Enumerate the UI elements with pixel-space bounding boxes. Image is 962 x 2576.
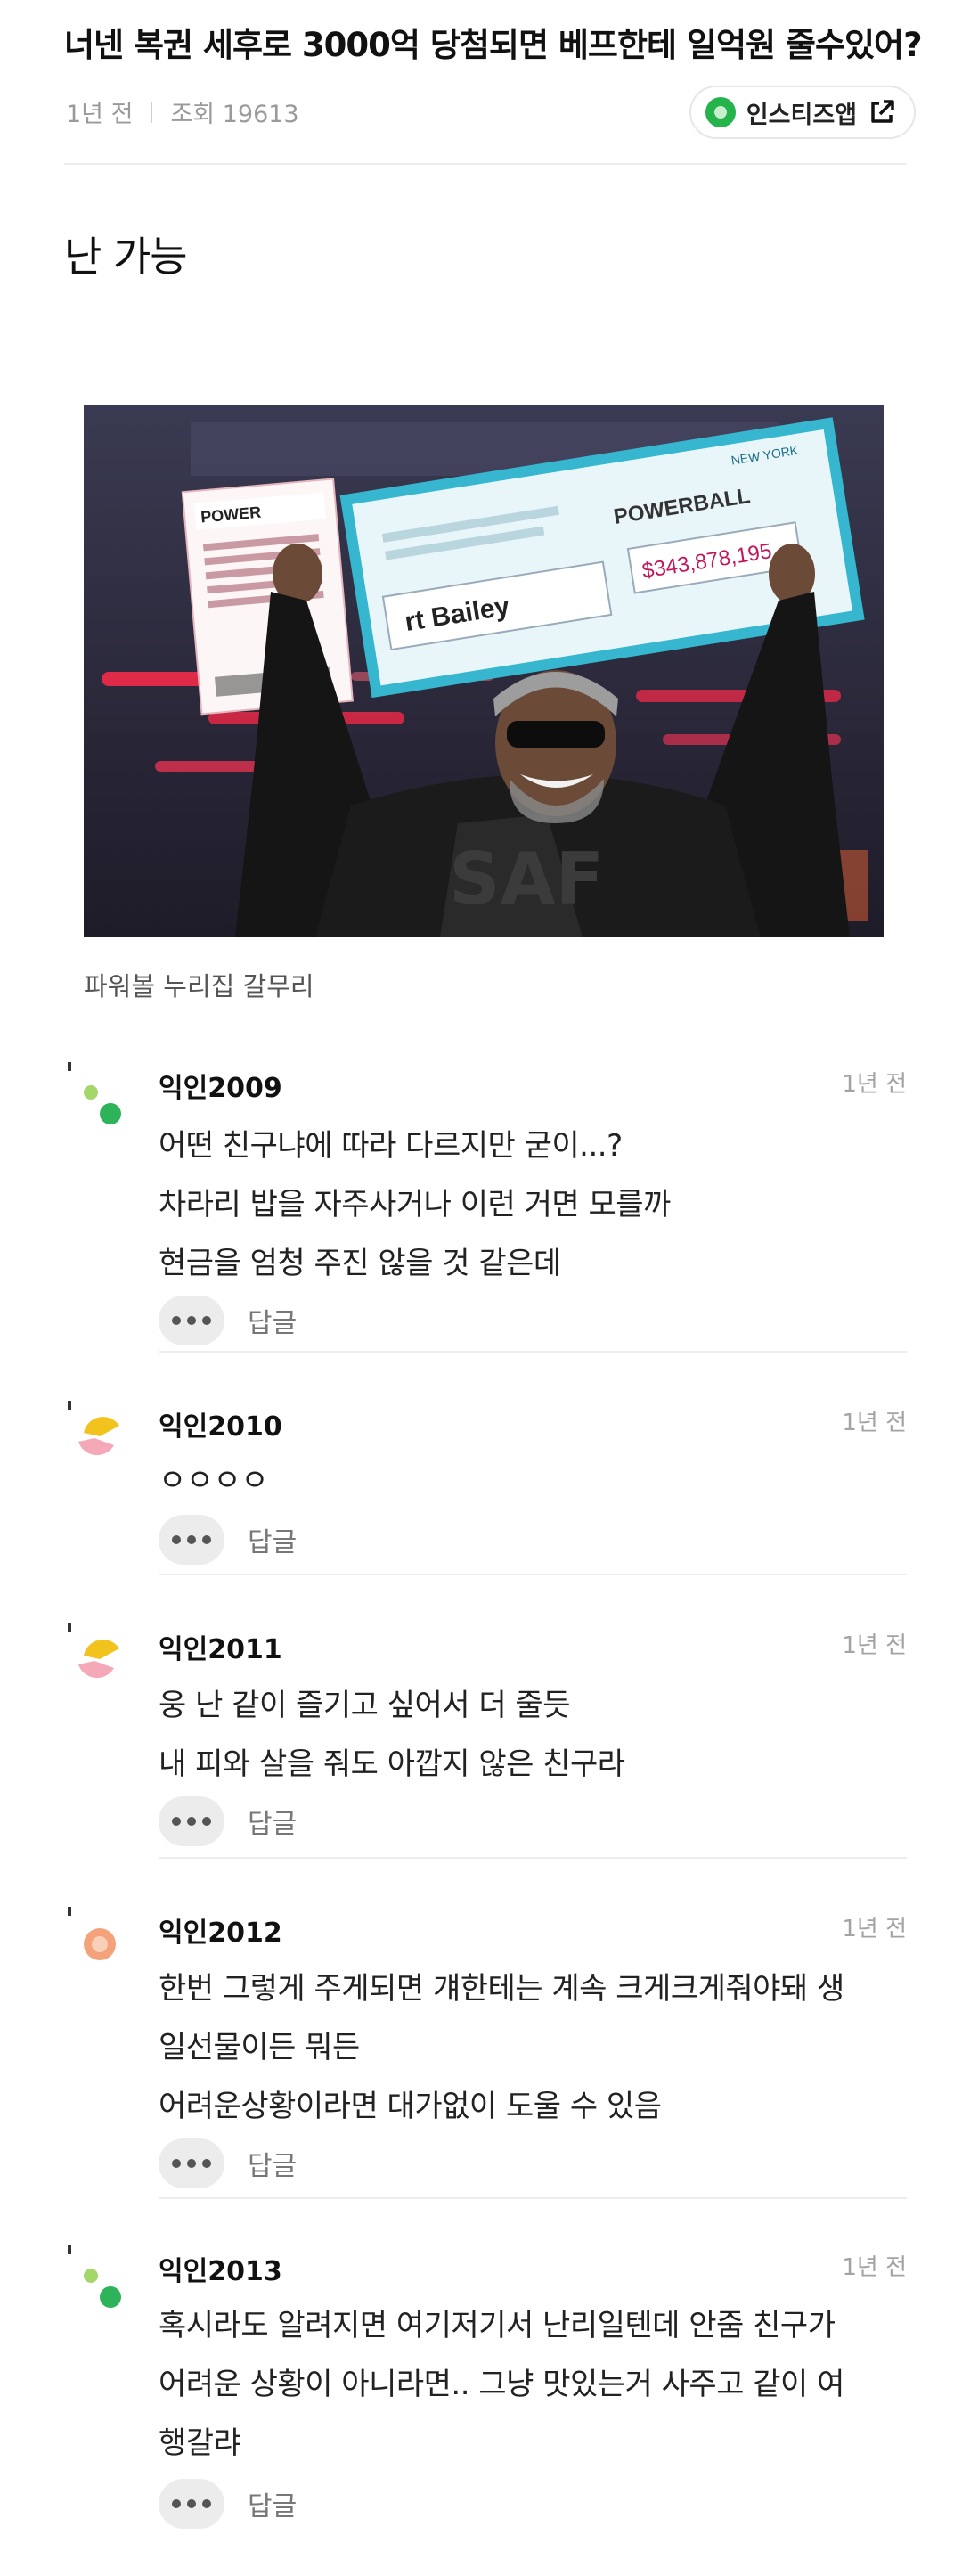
dot-icon bbox=[172, 2499, 181, 2508]
avatar-icon bbox=[68, 1062, 121, 1124]
comment-text-line: ㅇㅇㅇㅇ bbox=[159, 1463, 269, 1499]
more-options-button[interactable] bbox=[159, 2138, 224, 2188]
source-app-button[interactable]: 인스티즈앱 bbox=[689, 86, 916, 139]
comment-actions: 답글 bbox=[159, 1515, 297, 1565]
photo-illustration: rt Bailey $343,878,195 POWERBALL NEW YOR… bbox=[84, 405, 884, 937]
comment-author[interactable]: 익인2011 bbox=[159, 1627, 282, 1666]
comment-text-line: 어려운 상황이 아니라면.. 그냥 맛있는거 사주고 같이 여 bbox=[159, 2367, 844, 2402]
dot-icon bbox=[202, 1535, 211, 1544]
comment-time: 1년 전 bbox=[842, 1916, 907, 1942]
image-caption: 파워볼 누리집 갈무리 bbox=[84, 971, 314, 1002]
lottery-winner-photo[interactable]: rt Bailey $343,878,195 POWERBALL NEW YOR… bbox=[84, 405, 884, 937]
avatar-icon bbox=[68, 1907, 116, 1960]
comment-text-line: 혹시라도 알려지면 여기저기서 난리일텐데 안줌 친구가 bbox=[159, 2308, 836, 2343]
comment-divider bbox=[159, 1351, 907, 1353]
comment-text-line: 차라리 밥을 자주사거나 이런 거면 모를까 bbox=[159, 1187, 671, 1223]
source-app-label: 인스티즈앱 bbox=[746, 101, 857, 129]
comment-author[interactable]: 익인2009 bbox=[159, 1066, 282, 1105]
comment-actions: 답글 bbox=[159, 1296, 297, 1345]
comment-time: 1년 전 bbox=[842, 1632, 907, 1659]
avatar-icon bbox=[68, 1401, 119, 1456]
reply-button[interactable]: 답글 bbox=[248, 1520, 297, 1559]
dot-icon bbox=[202, 2499, 211, 2508]
comment-text-line: 일선물이든 뭐든 bbox=[159, 2030, 360, 2065]
more-options-button[interactable] bbox=[159, 1515, 224, 1565]
more-options-button[interactable] bbox=[159, 1296, 224, 1345]
dot-icon bbox=[202, 2159, 211, 2168]
dot-icon bbox=[172, 1535, 181, 1544]
post-views: 조회 19613 bbox=[170, 101, 299, 128]
comment-text-line: 어떤 친구냐에 따라 다르지만 굳이...? bbox=[159, 1128, 623, 1164]
post-title: 너넨 복권 세후로 3000억 당첨되면 베프한테 일억원 줄수있어? bbox=[64, 26, 923, 64]
comment-text-line: 행갈랴 bbox=[159, 2425, 241, 2461]
dot-icon bbox=[187, 1316, 196, 1325]
dot-icon bbox=[187, 2499, 196, 2508]
comment-text-line: 웅 난 같이 즐기고 싶어서 더 줄듯 bbox=[159, 1688, 571, 1723]
header-divider bbox=[64, 163, 907, 165]
post-body: 난 가능 bbox=[64, 233, 188, 281]
more-options-button[interactable] bbox=[159, 1796, 224, 1846]
svg-text:SAF: SAF bbox=[449, 838, 604, 920]
dot-icon bbox=[202, 1817, 211, 1826]
comment-text-line: 내 피와 살을 줘도 아깝지 않은 친구라 bbox=[159, 1746, 625, 1782]
dot-icon bbox=[172, 1316, 181, 1325]
comment-text-line: 한번 그렇게 주게되면 걔한테는 계속 크게크게줘야돼 생 bbox=[159, 1971, 844, 2007]
reply-button[interactable]: 답글 bbox=[248, 1802, 297, 1841]
comment-author[interactable]: 익인2013 bbox=[159, 2249, 282, 2288]
dot-icon bbox=[187, 1535, 196, 1544]
reply-button[interactable]: 답글 bbox=[248, 2484, 297, 2523]
dot-icon bbox=[172, 1817, 181, 1826]
comment-divider bbox=[159, 1574, 907, 1575]
comment-divider bbox=[159, 1857, 907, 1859]
reply-button[interactable]: 답글 bbox=[248, 1301, 297, 1340]
dot-icon bbox=[187, 1817, 196, 1826]
avatar-icon bbox=[68, 1623, 119, 1679]
external-link-icon bbox=[871, 100, 894, 123]
comment-time: 1년 전 bbox=[842, 2254, 907, 2281]
comment-time: 1년 전 bbox=[842, 1410, 907, 1436]
avatar-icon bbox=[68, 2245, 121, 2308]
dot-icon bbox=[172, 2159, 181, 2168]
comment-divider bbox=[159, 2197, 907, 2199]
meta-separator bbox=[151, 101, 153, 123]
post-meta: 1년 전 조회 19613 bbox=[66, 94, 299, 129]
dot-icon bbox=[202, 1316, 211, 1325]
comment-text-line: 어려운상황이라면 대가없이 도울 수 있음 bbox=[159, 2089, 662, 2124]
post-age: 1년 전 bbox=[66, 101, 134, 128]
reply-button[interactable]: 답글 bbox=[248, 2144, 297, 2183]
comment-author[interactable]: 익인2010 bbox=[159, 1404, 282, 1443]
comment-actions: 답글 bbox=[159, 1796, 297, 1846]
more-options-button[interactable] bbox=[159, 2479, 224, 2529]
comment-actions: 답글 bbox=[159, 2138, 297, 2188]
dot-icon bbox=[187, 2159, 196, 2168]
instiz-logo-icon bbox=[705, 97, 736, 127]
comment-time: 1년 전 bbox=[842, 1071, 907, 1098]
comment-actions: 답글 bbox=[159, 2479, 297, 2529]
comment-author[interactable]: 익인2012 bbox=[159, 1910, 282, 1950]
comment-text-line: 현금을 엄청 주진 않을 것 같은데 bbox=[159, 1246, 561, 1281]
